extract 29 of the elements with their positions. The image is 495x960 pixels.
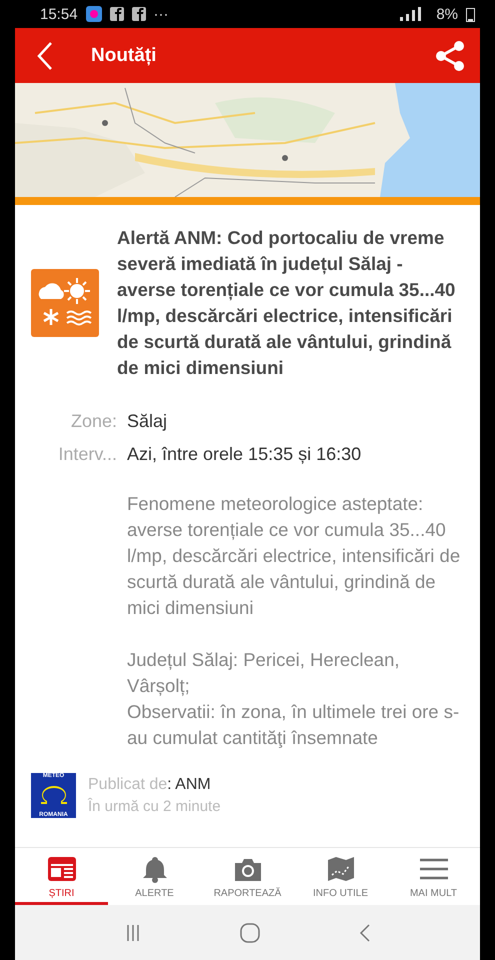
nav-tab[interactable]: RAPORTEAZĂ bbox=[201, 848, 294, 905]
publisher-line: Publicat de: ANM bbox=[88, 776, 212, 794]
home-icon[interactable] bbox=[240, 922, 260, 942]
folded-map-icon bbox=[326, 855, 356, 883]
nav-tab[interactable]: ALERTE bbox=[108, 848, 201, 905]
field-value: Azi, între orele 15:35 și 16:30 bbox=[127, 444, 362, 465]
battery-icon bbox=[466, 6, 475, 22]
nav-tab[interactable]: MAI MULT bbox=[387, 848, 480, 905]
alert-description: Fenomene meteorologice asteptate: averse torențiale ce vor cumula 35...40 l/mp, descărcări electrice, intensificări de scurtă durată ale vântului, grindină de mici dimensiuni bbox=[127, 492, 462, 620]
facebook-icon bbox=[132, 7, 146, 21]
field-label: Zone: bbox=[70, 411, 117, 432]
publish-time: În urmă cu 2 minute bbox=[88, 798, 221, 815]
facebook-icon bbox=[110, 7, 124, 21]
recent-apps-icon[interactable] bbox=[124, 924, 140, 940]
alert-description: Județul Sălaj: Pericei, Hereclean, Vârșolț; Observatii: în zona, în ultimele trei ore s-au cumulat cantităţi însemnate bbox=[127, 648, 460, 750]
weather-warning-icon bbox=[31, 269, 99, 337]
newspaper-icon bbox=[46, 855, 76, 883]
field-label: Interv... bbox=[57, 444, 117, 465]
more-notifications: ··· bbox=[154, 6, 169, 22]
clock-time: 15:54 bbox=[40, 6, 78, 22]
alert-title: Alertă ANM: Cod portocaliu de vreme severă imediată în județul Sălaj - averse torențiale ce vor cumula 35...40 l/mp, descărcări electrice, intensificări de scurtă durată ale vântului, grindină de mici dimensiuni bbox=[117, 226, 456, 380]
share-button[interactable] bbox=[435, 40, 465, 70]
page-title: Noutăți bbox=[91, 44, 158, 66]
battery-percent: 8% bbox=[436, 6, 458, 22]
field-value: Sălaj bbox=[127, 411, 168, 432]
back-button[interactable] bbox=[37, 40, 53, 70]
app-notification-icon bbox=[86, 6, 102, 22]
back-icon[interactable] bbox=[358, 924, 370, 942]
nav-tab[interactable]: INFO UTILE bbox=[294, 848, 387, 905]
